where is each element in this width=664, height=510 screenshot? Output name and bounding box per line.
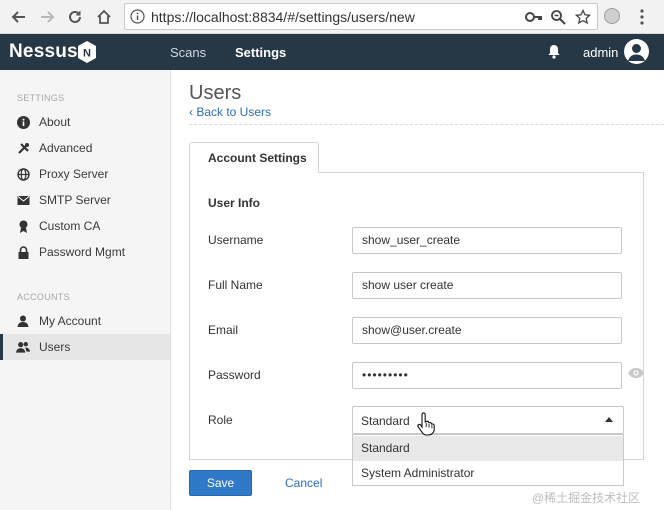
home-icon[interactable] <box>93 6 115 28</box>
info-icon <box>16 115 30 129</box>
role-label: Role <box>208 413 233 427</box>
sidebar-heading-accounts: ACCOUNTS <box>17 292 70 302</box>
role-select-value: Standard <box>361 414 410 428</box>
sidebar-item-password-mgmt[interactable]: Password Mgmt <box>0 239 170 265</box>
cancel-button[interactable]: Cancel <box>285 476 322 490</box>
full-name-label: Full Name <box>208 278 263 292</box>
tab-label: Account Settings <box>208 151 307 165</box>
sidebar-item-smtp-server[interactable]: SMTP Server <box>0 187 170 213</box>
email-label: Email <box>208 323 239 337</box>
save-button[interactable]: Save <box>189 470 252 496</box>
back-to-users-link[interactable]: ‹ Back to Users <box>189 105 271 119</box>
envelope-icon <box>16 193 30 207</box>
sidebar-item-label: About <box>39 115 71 129</box>
zoom-icon[interactable] <box>549 8 567 26</box>
email-field[interactable]: show@user.create <box>352 317 622 344</box>
sidebar-item-about[interactable]: About <box>0 109 170 135</box>
tools-icon <box>16 141 30 155</box>
sidebar-item-custom-ca[interactable]: Custom CA <box>0 213 170 239</box>
sidebar-item-advanced[interactable]: Advanced <box>0 135 170 161</box>
eye-icon[interactable] <box>627 367 645 379</box>
role-dropdown-list: Standard System Administrator <box>352 434 624 486</box>
nessus-logo-badge: N <box>76 40 98 64</box>
user-menu-label[interactable]: admin <box>583 45 618 60</box>
sidebar-item-label: Custom CA <box>39 219 101 233</box>
certificate-icon <box>16 219 30 233</box>
arrow-left-icon[interactable] <box>8 6 30 28</box>
sidebar-heading-settings: SETTINGS <box>17 93 65 103</box>
svg-text:N: N <box>83 48 91 60</box>
url-text[interactable]: https://localhost:8834/#/settings/users/… <box>151 9 415 25</box>
role-option-system-administrator[interactable]: System Administrator <box>353 461 623 486</box>
caret-up-icon <box>605 417 613 422</box>
password-label: Password <box>208 368 261 382</box>
sidebar-item-label: SMTP Server <box>39 193 111 207</box>
browser-toolbar: https://localhost:8834/#/settings/users/… <box>0 0 664 34</box>
sidebar-item-label: Proxy Server <box>39 167 109 181</box>
sidebar-item-users[interactable]: Users <box>0 334 170 360</box>
username-label: Username <box>208 233 264 247</box>
avatar[interactable] <box>624 39 649 64</box>
section-title: User Info <box>208 196 261 210</box>
users-icon <box>16 340 30 354</box>
page-title: Users <box>189 82 242 104</box>
sidebar-item-my-account[interactable]: My Account <box>0 308 170 334</box>
info-icon[interactable] <box>130 9 145 24</box>
sidebar-item-proxy-server[interactable]: Proxy Server <box>0 161 170 187</box>
address-bar[interactable]: https://localhost:8834/#/settings/users/… <box>124 3 598 30</box>
hand-pointer-icon <box>416 412 436 436</box>
reload-icon[interactable] <box>64 6 86 28</box>
arrow-right-icon[interactable] <box>36 6 58 28</box>
tab-account-settings[interactable]: Account Settings <box>189 142 319 173</box>
globe-icon <box>16 167 30 181</box>
role-select[interactable]: Standard <box>352 406 624 434</box>
sidebar-item-label: Users <box>39 340 71 354</box>
nessus-logo[interactable]: Nessus <box>9 41 78 63</box>
sidebar-item-label: Advanced <box>39 141 93 155</box>
sidebar-item-label: My Account <box>39 314 102 328</box>
divider <box>189 124 664 125</box>
nav-scans[interactable]: Scans <box>170 45 206 60</box>
app-header: Nessus N Scans Settings admin <box>0 34 664 70</box>
user-icon <box>16 314 30 328</box>
key-icon[interactable] <box>525 8 543 26</box>
bell-icon[interactable] <box>546 43 562 59</box>
watermark: @稀土掘金技术社区 <box>532 491 641 505</box>
sidebar-item-label: Password Mgmt <box>39 245 126 259</box>
username-field[interactable]: show_user_create <box>352 227 622 254</box>
lock-icon <box>16 245 30 259</box>
bookmark-star-icon[interactable] <box>574 8 592 26</box>
nav-settings[interactable]: Settings <box>235 45 286 60</box>
full-name-field[interactable]: show user create <box>352 272 622 299</box>
password-field[interactable]: ••••••••• <box>352 362 622 389</box>
browser-menu-icon[interactable] <box>640 8 644 26</box>
role-option-standard[interactable]: Standard <box>353 436 623 461</box>
extension-icon[interactable] <box>604 8 620 24</box>
